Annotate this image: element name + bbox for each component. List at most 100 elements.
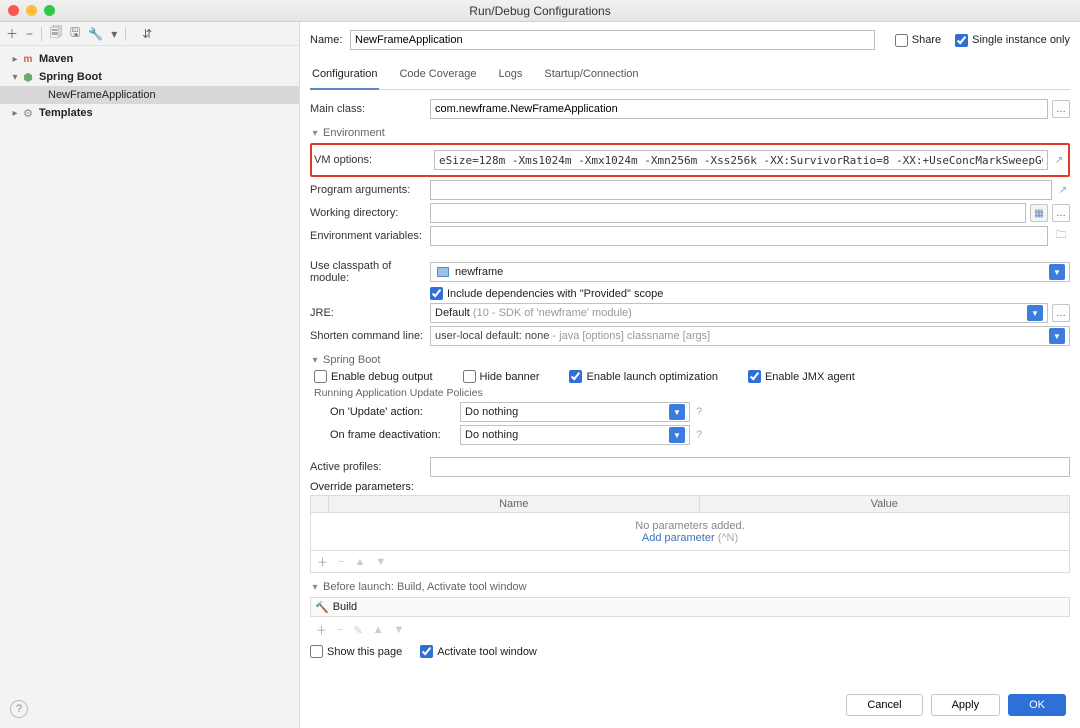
override-col-name: Name [329, 496, 700, 512]
tab-startup[interactable]: Startup/Connection [542, 62, 640, 89]
tree-node-templates[interactable]: ▸ ⚙ Templates [0, 104, 299, 122]
spring-boot-section[interactable]: ▾Spring Boot [310, 354, 1070, 366]
remove-icon: − [337, 624, 343, 636]
classpath-module-dropdown[interactable]: newframe ▼ [430, 262, 1070, 282]
on-deact-label: On frame deactivation: [330, 429, 460, 441]
sidebar-toolbar: ＋ − 🗐 🖫 🔧 ▾ ⮖ ⇵ [0, 22, 299, 46]
body: ＋ − 🗐 🖫 🔧 ▾ ⮖ ⇵ ▸ m Maven ▾ ⬢ [0, 22, 1080, 728]
tree-node-spring-boot[interactable]: ▾ ⬢ Spring Boot [0, 68, 299, 86]
tab-code-coverage[interactable]: Code Coverage [397, 62, 478, 89]
tree-label: NewFrameApplication [48, 89, 156, 101]
collapse-icon[interactable]: ▾ [10, 72, 20, 83]
config-tree: ▸ m Maven ▾ ⬢ Spring Boot NewFrameApplic… [0, 46, 299, 728]
ok-button[interactable]: OK [1008, 694, 1066, 716]
share-checkbox[interactable]: Share [895, 34, 941, 47]
expand-field-icon[interactable]: ↗ [1052, 153, 1066, 167]
name-input[interactable] [350, 30, 875, 50]
main-class-row: Main class: … [310, 99, 1070, 119]
enable-debug-checkbox[interactable]: Enable debug output [314, 370, 433, 383]
window-title: Run/Debug Configurations [0, 4, 1080, 18]
sort-icon[interactable]: ⇵ [142, 27, 152, 41]
env-vars-input[interactable] [430, 226, 1048, 246]
vm-options-input[interactable] [434, 150, 1048, 170]
override-header: Name Value [310, 495, 1070, 513]
tree-label: Spring Boot [39, 71, 102, 83]
shorten-cmd-label: Shorten command line: [310, 330, 430, 342]
help-icon[interactable]: ? [696, 429, 702, 441]
working-dir-label: Working directory: [310, 207, 430, 219]
spring-boot-options: Enable debug output Hide banner Enable l… [314, 370, 1070, 383]
add-parameter-link[interactable]: Add parameter [642, 532, 715, 544]
vm-options-highlight: VM options: ↗ [310, 143, 1070, 177]
save-icon[interactable]: 🖫 [70, 23, 80, 44]
on-update-row: On 'Update' action: Do nothing▼ ? [330, 402, 1070, 422]
tree-label: Templates [39, 107, 93, 119]
override-label: Override parameters: [310, 481, 1070, 493]
expand-icon[interactable]: ▸ [10, 108, 20, 119]
gear-icon: ⚙ [23, 107, 33, 120]
working-dir-input[interactable] [430, 203, 1026, 223]
env-vars-row: Environment variables: 🗀 [310, 226, 1070, 246]
enable-jmx-checkbox[interactable]: Enable JMX agent [748, 370, 855, 383]
macro-button[interactable]: ▦ [1030, 204, 1048, 222]
working-dir-row: Working directory: ▦ … [310, 203, 1070, 223]
on-update-dropdown[interactable]: Do nothing▼ [460, 402, 690, 422]
chevron-down-icon: ▼ [669, 404, 685, 420]
add-icon[interactable]: ＋ [317, 554, 328, 570]
cancel-button[interactable]: Cancel [846, 694, 922, 716]
help-icon[interactable]: ? [696, 406, 702, 418]
chevron-down-icon: ▼ [1049, 328, 1065, 344]
environment-section[interactable]: ▾Environment [310, 127, 1070, 139]
dropdown-icon[interactable]: ▾ [111, 27, 117, 41]
browse-button[interactable]: … [1052, 100, 1070, 118]
module-icon [437, 267, 449, 277]
jre-dropdown[interactable]: Default (10 - SDK of 'newframe' module) … [430, 303, 1048, 323]
dialog-buttons: Cancel Apply OK [846, 694, 1066, 716]
policies-label: Running Application Update Policies [314, 387, 1070, 399]
config-panel: Main class: … ▾Environment VM options: ↗ [310, 90, 1070, 720]
enable-launch-opt-checkbox[interactable]: Enable launch optimization [569, 370, 717, 383]
browse-button[interactable]: … [1052, 304, 1070, 322]
wrench-icon[interactable]: 🔧 [88, 27, 103, 41]
move-up-icon: ▲ [373, 624, 384, 636]
folder-icon[interactable]: 🗀 [1052, 227, 1070, 245]
apply-button[interactable]: Apply [931, 694, 1001, 716]
tabs: Configuration Code Coverage Logs Startup… [310, 62, 1070, 90]
browse-button[interactable]: … [1052, 204, 1070, 222]
before-launch-section[interactable]: ▾Before launch: Build, Activate tool win… [310, 581, 1070, 593]
move-down-icon: ▼ [375, 556, 386, 568]
before-launch-footer: Show this page Activate tool window [310, 645, 1070, 658]
active-profiles-row: Active profiles: [310, 457, 1070, 477]
program-args-label: Program arguments: [310, 184, 430, 196]
tree-node-maven[interactable]: ▸ m Maven [0, 50, 299, 68]
expand-icon[interactable]: ▸ [10, 54, 20, 65]
help-button[interactable]: ? [10, 700, 28, 718]
single-instance-checkbox[interactable]: Single instance only [955, 34, 1070, 47]
classpath-row: Use classpath of module: newframe ▼ [310, 260, 1070, 284]
active-profiles-input[interactable] [430, 457, 1070, 477]
main-class-input[interactable] [430, 99, 1048, 119]
add-icon[interactable]: ＋ [316, 622, 327, 638]
activate-tool-window-checkbox[interactable]: Activate tool window [420, 645, 537, 658]
expand-field-icon[interactable]: ↗ [1056, 183, 1070, 197]
build-task-row[interactable]: 🔨 Build [310, 597, 1070, 617]
on-deact-dropdown[interactable]: Do nothing▼ [460, 425, 690, 445]
override-body: No parameters added. Add parameter (^N) [310, 513, 1070, 551]
separator [125, 27, 126, 41]
include-provided-checkbox[interactable]: Include dependencies with "Provided" sco… [430, 287, 663, 300]
copy-icon[interactable]: 🗐 [50, 23, 62, 44]
tab-logs[interactable]: Logs [497, 62, 525, 89]
program-args-input[interactable] [430, 180, 1052, 200]
before-launch: ▾Before launch: Build, Activate tool win… [310, 581, 1070, 658]
chevron-down-icon: ▼ [669, 427, 685, 443]
jre-label: JRE: [310, 307, 430, 319]
override-params: Override parameters: Name Value No param… [310, 481, 1070, 573]
hide-banner-checkbox[interactable]: Hide banner [463, 370, 540, 383]
vm-options-label: VM options: [314, 154, 434, 166]
show-this-page-checkbox[interactable]: Show this page [310, 645, 402, 658]
tab-configuration[interactable]: Configuration [310, 62, 379, 90]
shorten-cmd-dropdown[interactable]: user-local default: none - java [options… [430, 326, 1070, 346]
tree-node-app[interactable]: NewFrameApplication [0, 86, 299, 104]
remove-icon[interactable]: − [26, 27, 33, 41]
add-icon[interactable]: ＋ [6, 25, 18, 42]
